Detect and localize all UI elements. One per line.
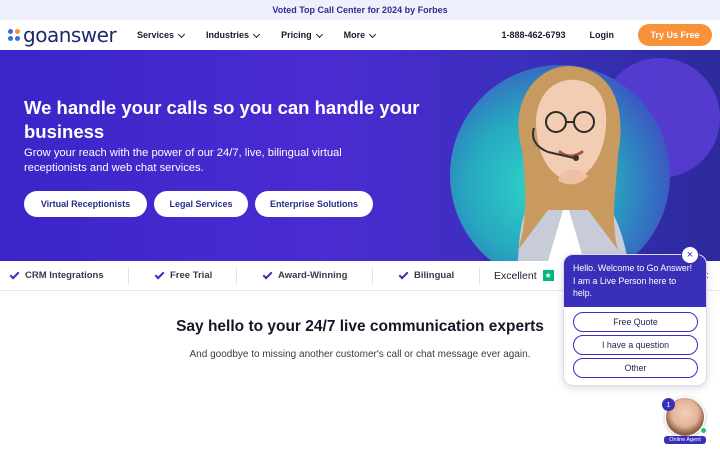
unread-count-badge: 1 [662,398,675,411]
phone-link[interactable]: 1-888-462-6793 [501,30,565,40]
announcement-bar[interactable]: Voted Top Call Center for 2024 by Forbes [0,0,720,20]
trustpilot-star-icon: ★ [542,270,554,281]
checkmark-icon [9,269,20,279]
logo-dots-icon [8,29,20,41]
badge-award-winning: Award-Winning [237,267,372,285]
enterprise-solutions-button[interactable]: Enterprise Solutions [255,191,373,217]
goanswer-logo[interactable]: goanswer [8,23,117,47]
chat-option-question[interactable]: I have a question [573,335,698,355]
announcement-text[interactable]: Voted Top Call Center for 2024 by Forbes [272,5,447,15]
badge-free-trial: Free Trial [129,267,236,285]
nav-item-services[interactable]: Services [137,30,186,40]
checkmark-icon [262,269,273,279]
chat-option-other[interactable]: Other [573,358,698,378]
virtual-receptionists-button[interactable]: Virtual Receptionists [24,191,147,217]
online-status-dot [700,427,707,434]
hero-section: We handle your calls so you can handle y… [0,50,720,261]
chat-widget: Hello. Welcome to Go Answer! I am a Live… [563,246,707,386]
checkmark-icon [398,269,409,279]
main-nav: goanswer Services Industries Pricing Mor… [0,20,720,50]
online-agent-label: Online Agent [664,436,706,444]
chevron-down-icon [253,30,261,38]
logo-wordmark: goanswer [23,23,117,47]
trustpilot-rating[interactable]: Excellent ★ [480,270,554,282]
hero-receptionist-image [518,65,628,261]
chat-option-free-quote[interactable]: Free Quote [573,312,698,332]
badge-crm-integrations: CRM Integrations [0,267,128,285]
legal-services-button[interactable]: Legal Services [154,191,248,217]
try-us-free-button[interactable]: Try Us Free [638,24,712,46]
hero-subtitle: Grow your reach with the power of our 24… [24,147,342,174]
online-agent-launcher[interactable]: 1 Online Agent [662,397,708,444]
login-link[interactable]: Login [590,30,615,40]
close-icon[interactable]: × [681,246,699,264]
badge-bilingual: Bilingual [373,267,479,285]
chevron-down-icon [315,30,323,38]
nav-right: 1-888-462-6793 Login Try Us Free [501,20,712,50]
hero-buttons: Virtual Receptionists Legal Services Ent… [24,191,373,217]
chevron-down-icon [369,30,377,38]
nav-item-pricing[interactable]: Pricing [281,30,323,40]
nav-item-more[interactable]: More [344,30,377,40]
checkmark-icon [154,269,165,279]
hero-title: We handle your calls so you can handle y… [24,97,420,142]
nav-item-industries[interactable]: Industries [206,30,261,40]
rating-label: Excellent [494,269,537,282]
chevron-down-icon [178,30,186,38]
nav-menu: Services Industries Pricing More [137,20,397,50]
